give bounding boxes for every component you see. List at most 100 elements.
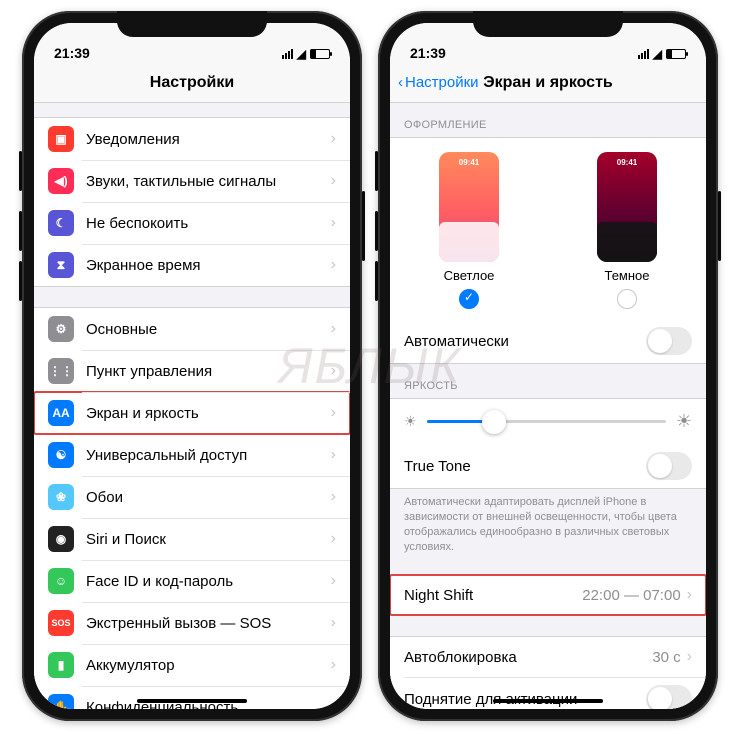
settings-row[interactable]: ⋮⋮ Пункт управления › (34, 350, 350, 392)
chevron-right-icon: › (687, 586, 692, 604)
automatic-label: Автоматически (404, 333, 646, 350)
toggle-off[interactable] (646, 685, 692, 709)
night-shift-label: Night Shift (404, 587, 582, 604)
auto-lock-value: 30 с (652, 649, 680, 666)
toggle-off[interactable] (646, 452, 692, 480)
chevron-right-icon: › (331, 404, 336, 422)
settings-row[interactable]: ✋Конфиденциальность› (34, 686, 350, 709)
brightness-slider-row: ☀︎ ☀︎ (390, 399, 706, 444)
chevron-right-icon: › (331, 362, 336, 380)
row-label: Siri и Поиск (86, 531, 325, 548)
notch (473, 11, 623, 37)
settings-row[interactable]: AA Экран и яркость › (34, 392, 350, 434)
battery-icon (310, 49, 330, 59)
row-label: Пункт управления (86, 363, 325, 380)
chevron-right-icon: › (331, 130, 336, 148)
settings-row[interactable]: ☾Не беспокоить› (34, 202, 350, 244)
chevron-right-icon: › (331, 488, 336, 506)
wifi-icon: ◢ (297, 47, 306, 61)
auto-lock-label: Автоблокировка (404, 649, 652, 666)
row-label: Аккумулятор (86, 657, 325, 674)
chevron-left-icon: ‹ (398, 74, 403, 91)
toggle-off[interactable] (646, 327, 692, 355)
wallpaper-icon: ❀ (48, 484, 74, 510)
true-tone-footer: Автоматически адаптировать дисплей iPhon… (390, 489, 706, 554)
settings-list[interactable]: ▣ Уведомления › ◀︎) Звуки, тактильные сигнал… (34, 103, 350, 709)
chevron-right-icon: › (687, 648, 692, 666)
control-center-icon: ⋮⋮ (48, 358, 74, 384)
settings-row[interactable]: ▣ Уведомления › (34, 118, 350, 160)
home-indicator[interactable] (493, 699, 603, 703)
settings-row[interactable]: SOS Экстренный вызов — SOS › (34, 602, 350, 644)
appearance-dark-label: Темное (597, 268, 657, 283)
nav-bar: Настройки (34, 63, 350, 103)
light-thumbnail (439, 152, 499, 262)
section-header-appearance: ОФОРМЛЕНИЕ (390, 103, 706, 137)
row-true-tone[interactable]: True Tone (390, 444, 706, 488)
dnd-icon: ☾ (48, 210, 74, 236)
display-settings[interactable]: ОФОРМЛЕНИЕ Светлое Темное Автоматиче (390, 103, 706, 709)
status-indicators: ◢ (638, 47, 686, 61)
notifications-icon: ▣ (48, 126, 74, 152)
wifi-icon: ◢ (653, 47, 662, 61)
screen-left: 21:39 ◢ Настройки ▣Уведомления›◀︎)Звуки,… (34, 23, 350, 709)
sun-large-icon: ☀︎ (676, 411, 692, 432)
settings-row[interactable]: ⧗Экранное время› (34, 244, 350, 286)
row-label: Обои (86, 489, 325, 506)
privacy-icon: ✋ (48, 694, 74, 709)
screentime-icon: ⧗ (48, 252, 74, 278)
settings-row[interactable]: ◉Siri и Поиск› (34, 518, 350, 560)
chevron-right-icon: › (331, 614, 336, 632)
settings-row[interactable]: ❀ Обои › (34, 476, 350, 518)
faceid-icon: ☺︎ (48, 568, 74, 594)
settings-row[interactable]: ▮ Аккумулятор › (34, 644, 350, 686)
radio-unchecked-icon[interactable] (617, 289, 637, 309)
row-night-shift[interactable]: Night Shift 22:00 — 07:00 › (390, 575, 706, 615)
settings-row[interactable]: ☺︎Face ID и код-пароль› (34, 560, 350, 602)
settings-row[interactable]: ⚙︎ Основные › (34, 308, 350, 350)
chevron-right-icon: › (331, 256, 336, 274)
phone-right: 21:39 ◢ ‹ Настройки Экран и яркость ОФОР… (378, 11, 718, 721)
chevron-right-icon: › (331, 214, 336, 232)
nav-bar: ‹ Настройки Экран и яркость (390, 63, 706, 103)
status-indicators: ◢ (282, 47, 330, 61)
display-icon: AA (48, 400, 74, 426)
row-label: Уведомления (86, 131, 325, 148)
night-shift-value: 22:00 — 07:00 (582, 587, 680, 604)
chevron-right-icon: › (331, 320, 336, 338)
chevron-right-icon: › (331, 446, 336, 464)
row-label: Основные (86, 321, 325, 338)
accessibility-icon: ☯ (48, 442, 74, 468)
chevron-right-icon: › (331, 656, 336, 674)
signal-icon (282, 49, 293, 59)
page-title: Настройки (150, 74, 234, 92)
brightness-slider[interactable] (427, 420, 666, 423)
siri-icon: ◉ (48, 526, 74, 552)
chevron-right-icon: › (331, 572, 336, 590)
row-label: Экран и яркость (86, 405, 325, 422)
status-time: 21:39 (410, 45, 446, 61)
dark-thumbnail (597, 152, 657, 262)
back-label: Настройки (405, 74, 479, 91)
appearance-dark[interactable]: Темное (597, 152, 657, 309)
general-icon: ⚙︎ (48, 316, 74, 342)
settings-row[interactable]: ☯Универсальный доступ› (34, 434, 350, 476)
sos-icon: SOS (48, 610, 74, 636)
battery-icon: ▮ (48, 652, 74, 678)
settings-row[interactable]: ◀︎)Звуки, тактильные сигналы› (34, 160, 350, 202)
row-automatic[interactable]: Автоматически (390, 319, 706, 363)
appearance-light[interactable]: Светлое (439, 152, 499, 309)
back-button[interactable]: ‹ Настройки (398, 74, 479, 91)
signal-icon (638, 49, 649, 59)
battery-icon (666, 49, 686, 59)
home-indicator[interactable] (137, 699, 247, 703)
row-auto-lock[interactable]: Автоблокировка 30 с › (390, 637, 706, 677)
radio-checked-icon[interactable] (459, 289, 479, 309)
row-label: Звуки, тактильные сигналы (86, 173, 325, 190)
sounds-icon: ◀︎) (48, 168, 74, 194)
appearance-light-label: Светлое (439, 268, 499, 283)
page-title: Экран и яркость (483, 74, 613, 92)
row-label: Экстренный вызов — SOS (86, 615, 325, 632)
true-tone-label: True Tone (404, 458, 646, 475)
row-raise-to-wake[interactable]: Поднятие для активации (390, 677, 706, 709)
